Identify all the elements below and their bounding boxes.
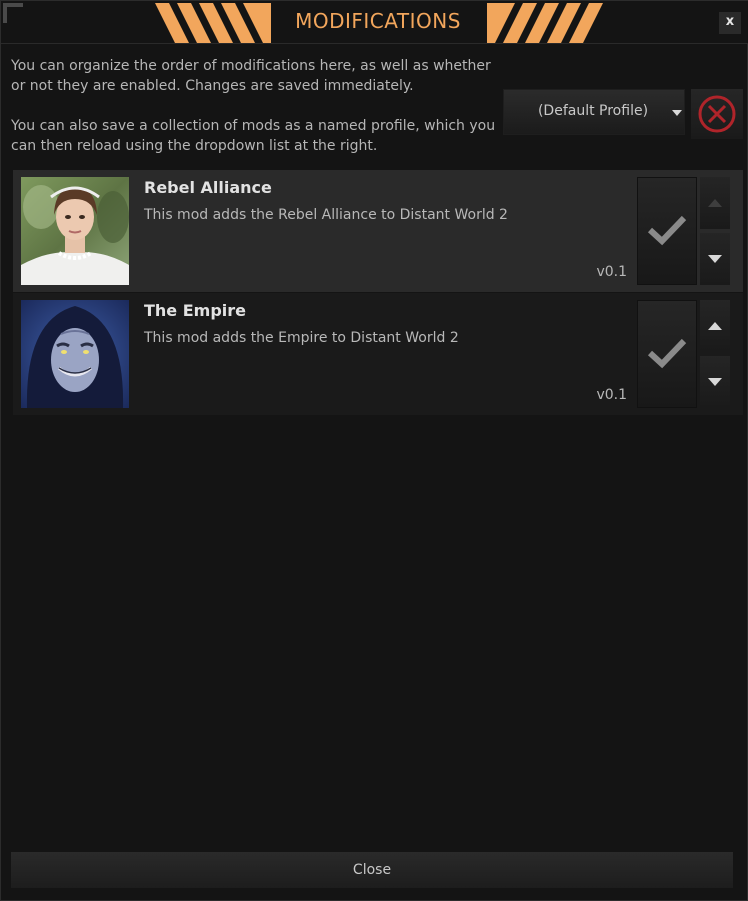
profile-dropdown[interactable]: (Default Profile) <box>503 89 685 135</box>
intro-text-order: You can organize the order of modificati… <box>11 58 491 94</box>
move-down-button[interactable] <box>700 233 730 285</box>
arrow-up-icon <box>708 199 722 207</box>
profile-dropdown-value: (Default Profile) <box>537 103 649 119</box>
checkmark-icon <box>647 215 687 246</box>
mod-description: This mod adds the Empire to Distant Worl… <box>144 330 459 346</box>
close-button[interactable]: Close <box>11 852 733 888</box>
arrow-up-icon <box>708 322 722 330</box>
arrow-down-icon <box>708 255 722 263</box>
delete-circle-icon <box>698 95 736 133</box>
arrow-down-icon <box>708 378 722 386</box>
mod-enable-toggle[interactable] <box>637 300 697 408</box>
move-up-button[interactable] <box>700 177 730 229</box>
mod-list: Rebel Alliance This mod adds the Rebel A… <box>13 170 743 416</box>
window-title: MODIFICATIONS <box>295 9 461 33</box>
title-stripes-right <box>487 3 603 43</box>
mod-version: v0.1 <box>596 264 627 280</box>
checkmark-icon <box>647 338 687 369</box>
title-stripes-left <box>155 3 271 43</box>
modifications-window: MODIFICATIONS x You can organize the ord… <box>0 0 748 901</box>
window-corner-decoration <box>3 3 23 23</box>
mod-description: This mod adds the Rebel Alliance to Dist… <box>144 207 508 223</box>
chevron-down-icon <box>672 110 682 116</box>
mod-name: The Empire <box>144 301 247 320</box>
mod-row-the-empire[interactable]: The Empire This mod adds the Empire to D… <box>13 293 743 415</box>
move-up-button[interactable] <box>700 300 730 352</box>
window-close-button[interactable]: x <box>719 12 741 34</box>
mod-enable-toggle[interactable] <box>637 177 697 285</box>
mod-version: v0.1 <box>596 387 627 403</box>
window-header: MODIFICATIONS x <box>1 1 748 44</box>
mod-thumbnail-rebel-alliance <box>21 177 129 285</box>
move-down-button[interactable] <box>700 356 730 408</box>
delete-profile-button[interactable] <box>691 89 743 139</box>
intro-text-profile: You can also save a collection of mods a… <box>11 118 496 154</box>
mod-name: Rebel Alliance <box>144 178 272 197</box>
mod-row-rebel-alliance[interactable]: Rebel Alliance This mod adds the Rebel A… <box>13 170 743 292</box>
mod-thumbnail-the-empire <box>21 300 129 408</box>
